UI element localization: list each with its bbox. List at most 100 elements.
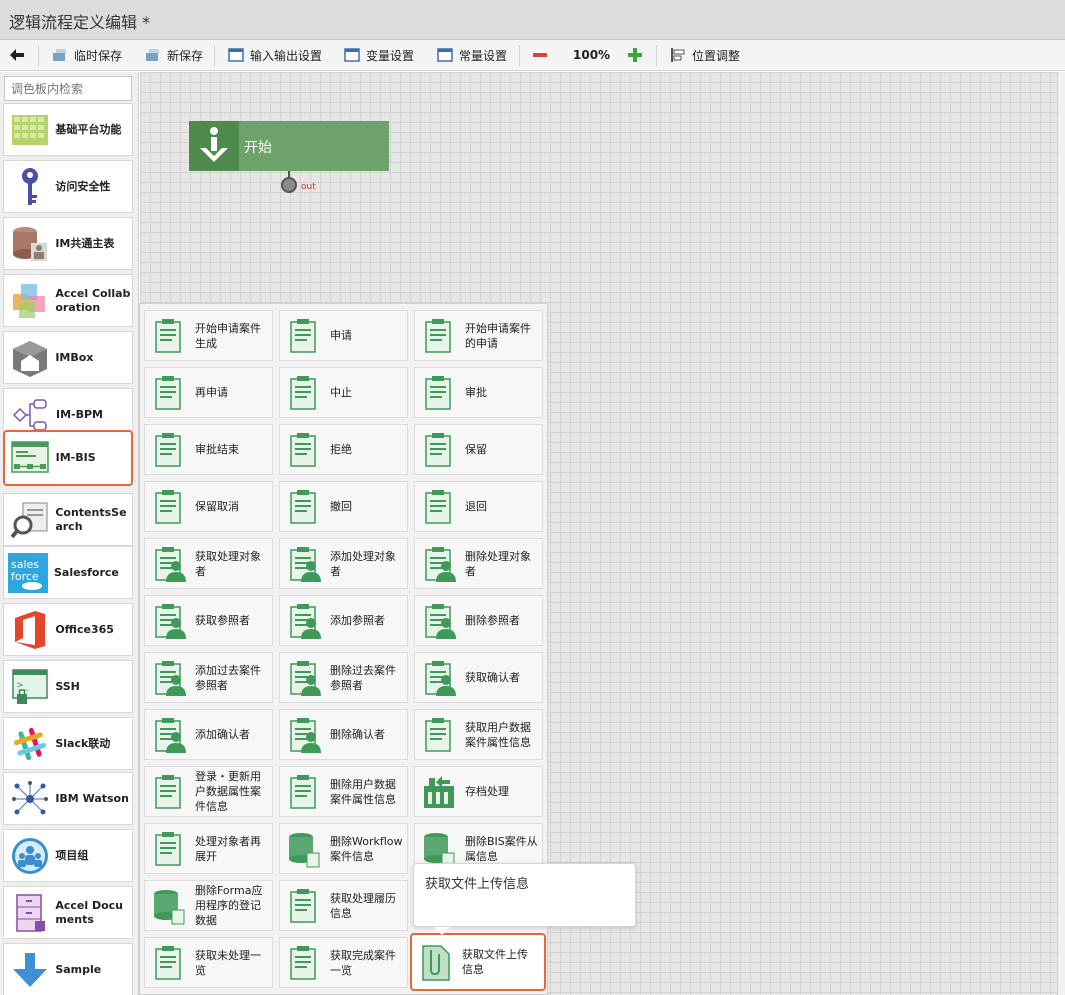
- window-icon: [228, 48, 244, 62]
- palette-item[interactable]: 退回: [414, 481, 543, 532]
- palette-item[interactable]: 中止: [279, 367, 408, 418]
- palette-item[interactable]: 删除参照者: [414, 595, 543, 646]
- tooltip-text: 获取文件上传信息: [425, 877, 530, 892]
- palette-item[interactable]: 获取用户数据案件属性信息: [414, 709, 543, 760]
- constant-settings-button[interactable]: 常量设置: [437, 40, 507, 70]
- clipboard-pause-icon: [420, 430, 458, 470]
- palette-item[interactable]: 删除用户数据案件属性信息: [279, 766, 408, 817]
- sidebar-item-accel-documents[interactable]: Accel Documents: [3, 886, 133, 939]
- archive-icon: [420, 772, 458, 812]
- palette-item[interactable]: 添加确认者: [144, 709, 273, 760]
- palette-item-label: 开始申请案件的申请: [465, 321, 531, 350]
- palette-item[interactable]: 拒绝: [279, 424, 408, 475]
- palette-item[interactable]: 删除Workflow案件信息: [279, 823, 408, 874]
- database-icon: [150, 886, 188, 926]
- palette-item[interactable]: 获取参照者: [144, 595, 273, 646]
- palette-item[interactable]: 再申请: [144, 367, 273, 418]
- palette-item[interactable]: 保留取消: [144, 481, 273, 532]
- temp-save-button[interactable]: 临时保存: [52, 40, 122, 70]
- palette-item-label: 删除参照者: [465, 614, 520, 627]
- clipboard-box-icon: [420, 316, 458, 356]
- palette-item[interactable]: 登录・更新用户数据属性案件信息: [144, 766, 273, 817]
- palette-item[interactable]: 开始申请案件的申请: [414, 310, 543, 361]
- clipboard-undo-icon: [285, 487, 323, 527]
- user-add-icon: [150, 715, 188, 755]
- clipboard-box-icon: [150, 316, 188, 356]
- position-adjust-button[interactable]: 位置调整: [670, 40, 740, 70]
- sidebar-item-slack[interactable]: Slack联动: [3, 717, 133, 770]
- palette-item-label: 再申请: [195, 386, 228, 399]
- palette-item[interactable]: 审批: [414, 367, 543, 418]
- palette-item[interactable]: 获取文件上传信息: [410, 933, 546, 991]
- palette-item-label: 保留: [465, 443, 487, 456]
- palette-item[interactable]: 获取完成案件一览: [279, 937, 408, 988]
- down-arrow-icon: [10, 950, 49, 990]
- sidebar-item-accel-collaboration[interactable]: Accel Collaboration: [3, 274, 133, 327]
- clipboard-check-icon: [420, 373, 458, 413]
- sidebar-item-ibm-watson[interactable]: IBM Watson: [3, 772, 133, 825]
- out-port[interactable]: [281, 177, 297, 193]
- palette-item-label: 审批结束: [195, 443, 239, 456]
- clipboard-reject-icon: [285, 430, 323, 470]
- palette-search-input[interactable]: [4, 76, 132, 101]
- sidebar-item-im-bis[interactable]: IM-BIS: [3, 430, 133, 486]
- right-panel-handle[interactable]: [1057, 72, 1065, 995]
- palette-item-label: 申请: [330, 329, 352, 342]
- clipboard-refresh-icon: [150, 829, 188, 869]
- palette-item[interactable]: 处理对象者再展开: [144, 823, 273, 874]
- sidebar-item-im-master[interactable]: IM共通主表: [3, 217, 133, 270]
- zoom-in-button[interactable]: [628, 40, 642, 70]
- svg-text:force: force: [11, 570, 39, 583]
- plus-icon: [628, 48, 642, 62]
- palette-item[interactable]: 获取未处理一览: [144, 937, 273, 988]
- palette-item[interactable]: 存档处理: [414, 766, 543, 817]
- palette-item-label: 保留取消: [195, 500, 239, 513]
- sidebar-item-access-security[interactable]: 访问安全性: [3, 160, 133, 213]
- window-icon: [437, 48, 453, 62]
- sidebar-item-contents-search[interactable]: ContentsSearch: [3, 493, 133, 546]
- palette-item[interactable]: 添加参照者: [279, 595, 408, 646]
- database-user-icon: [10, 224, 49, 264]
- slack-logo-icon: [10, 724, 49, 764]
- palette-item[interactable]: 撤回: [279, 481, 408, 532]
- palette-item[interactable]: 开始申请案件生成: [144, 310, 273, 361]
- palette-item[interactable]: 获取处理履历信息: [279, 880, 408, 931]
- network-icon: [10, 779, 49, 819]
- sidebar-item-project-group[interactable]: 项目组: [3, 829, 133, 882]
- palette-item[interactable]: 获取确认者: [414, 652, 543, 703]
- palette-item[interactable]: 删除Forma应用程序的登记数据: [144, 880, 273, 931]
- bis-window-icon: [11, 438, 50, 478]
- palette-item[interactable]: 删除过去案件参照者: [279, 652, 408, 703]
- palette-item[interactable]: 删除处理对象者: [414, 538, 543, 589]
- palette-item[interactable]: 添加过去案件参照者: [144, 652, 273, 703]
- palette-item-label: 添加过去案件参照者: [195, 663, 261, 692]
- palette-item-label: 处理对象者再展开: [195, 834, 261, 863]
- palette-item-label: 添加处理对象者: [330, 549, 396, 578]
- sidebar-item-sample[interactable]: Sample: [3, 943, 133, 995]
- palette-item[interactable]: 删除确认者: [279, 709, 408, 760]
- palette-item-label: 删除用户数据案件属性信息: [330, 777, 396, 806]
- sidebar-item-ssh[interactable]: >_ SSH: [3, 660, 133, 713]
- palette-item[interactable]: 添加处理对象者: [279, 538, 408, 589]
- back-button[interactable]: [10, 40, 24, 70]
- title-bar: 逻辑流程定义编辑 *: [0, 0, 1065, 40]
- box-icon: [10, 338, 49, 378]
- sidebar-item-salesforce[interactable]: sales force Salesforce: [3, 546, 133, 599]
- palette-item[interactable]: 获取处理对象者: [144, 538, 273, 589]
- sidebar-item-office365[interactable]: Office365: [3, 603, 133, 656]
- new-save-button[interactable]: 新保存: [145, 40, 203, 70]
- start-node-label: 开始: [244, 140, 272, 156]
- zoom-out-button[interactable]: [533, 40, 547, 70]
- start-node[interactable]: 开始: [189, 121, 389, 171]
- grid-icon: [10, 110, 49, 150]
- palette-item[interactable]: 保留: [414, 424, 543, 475]
- variable-settings-button[interactable]: 变量设置: [344, 40, 414, 70]
- palette-item[interactable]: 审批结束: [144, 424, 273, 475]
- palette-item-label: 获取文件上传信息: [462, 948, 528, 976]
- sidebar-item-platform[interactable]: 基础平台功能: [3, 103, 133, 156]
- clipboard-end-icon: [150, 430, 188, 470]
- sidebar-item-imbox[interactable]: IMBox: [3, 331, 133, 384]
- io-settings-button[interactable]: 输入输出设置: [228, 40, 322, 70]
- palette-item[interactable]: 申请: [279, 310, 408, 361]
- align-icon: [671, 48, 685, 62]
